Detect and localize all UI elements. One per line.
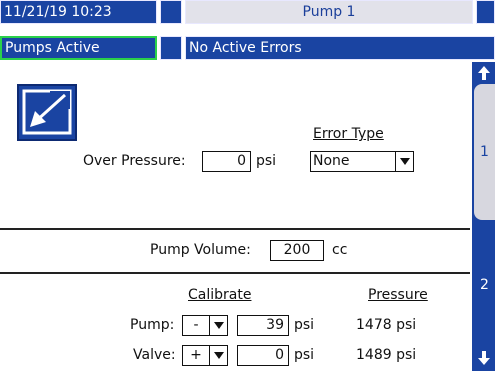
over-pressure-unit: psi xyxy=(256,153,277,169)
header-spacer-left xyxy=(160,0,182,24)
side-tab-2-label: 2 xyxy=(480,277,489,293)
pump-sign-select[interactable]: - xyxy=(182,315,228,336)
chevron-down-icon xyxy=(209,346,227,365)
pressure-header: Pressure xyxy=(368,287,428,303)
pump-pressure-value: 1478 psi xyxy=(356,317,417,333)
arrow-down-icon xyxy=(477,351,490,365)
section-divider xyxy=(0,228,470,230)
pump-volume-unit: cc xyxy=(332,242,348,258)
header-spacer-right xyxy=(476,0,495,24)
pump-sign-value: - xyxy=(193,317,199,333)
over-pressure-label: Over Pressure: xyxy=(83,153,186,169)
pumps-status: Pumps Active xyxy=(0,36,157,60)
chevron-down-icon xyxy=(209,316,227,335)
pump-volume-field[interactable]: 200 xyxy=(270,240,324,261)
errors-status: No Active Errors xyxy=(185,36,495,60)
edit-arrow-icon xyxy=(22,89,72,135)
over-pressure-field[interactable]: 0 xyxy=(202,151,251,172)
valve-pressure-value: 1489 psi xyxy=(356,347,417,363)
scroll-up-button[interactable] xyxy=(473,64,494,82)
error-type-value: None xyxy=(313,153,350,169)
calibrate-header: Calibrate xyxy=(188,287,252,303)
screen-title: Pump 1 xyxy=(185,0,473,24)
edit-button[interactable] xyxy=(17,84,77,141)
chevron-down-icon xyxy=(395,152,413,171)
status-spacer xyxy=(160,36,182,60)
arrow-up-icon xyxy=(477,66,490,80)
valve-sign-value: + xyxy=(190,347,202,363)
scroll-down-button[interactable] xyxy=(473,349,494,367)
error-type-select[interactable]: None xyxy=(310,151,414,172)
section-divider xyxy=(0,272,470,274)
valve-sign-select[interactable]: + xyxy=(182,345,228,366)
side-tab-2[interactable]: 2 xyxy=(474,224,495,346)
valve-calibrate-field[interactable]: 0 xyxy=(237,345,289,366)
datetime-display: 11/21/19 10:23 xyxy=(0,0,157,24)
pump-calibrate-field[interactable]: 39 xyxy=(237,315,289,336)
valve-calibrate-label: Valve: xyxy=(133,347,176,363)
error-type-label: Error Type xyxy=(313,126,384,142)
pump-calibrate-label: Pump: xyxy=(130,317,175,333)
side-tab-1[interactable]: 1 xyxy=(474,84,495,220)
pump-calibrate-unit: psi xyxy=(294,317,315,333)
side-tab-1-label: 1 xyxy=(480,144,489,160)
valve-calibrate-unit: psi xyxy=(294,347,315,363)
pump-volume-label: Pump Volume: xyxy=(150,242,251,258)
